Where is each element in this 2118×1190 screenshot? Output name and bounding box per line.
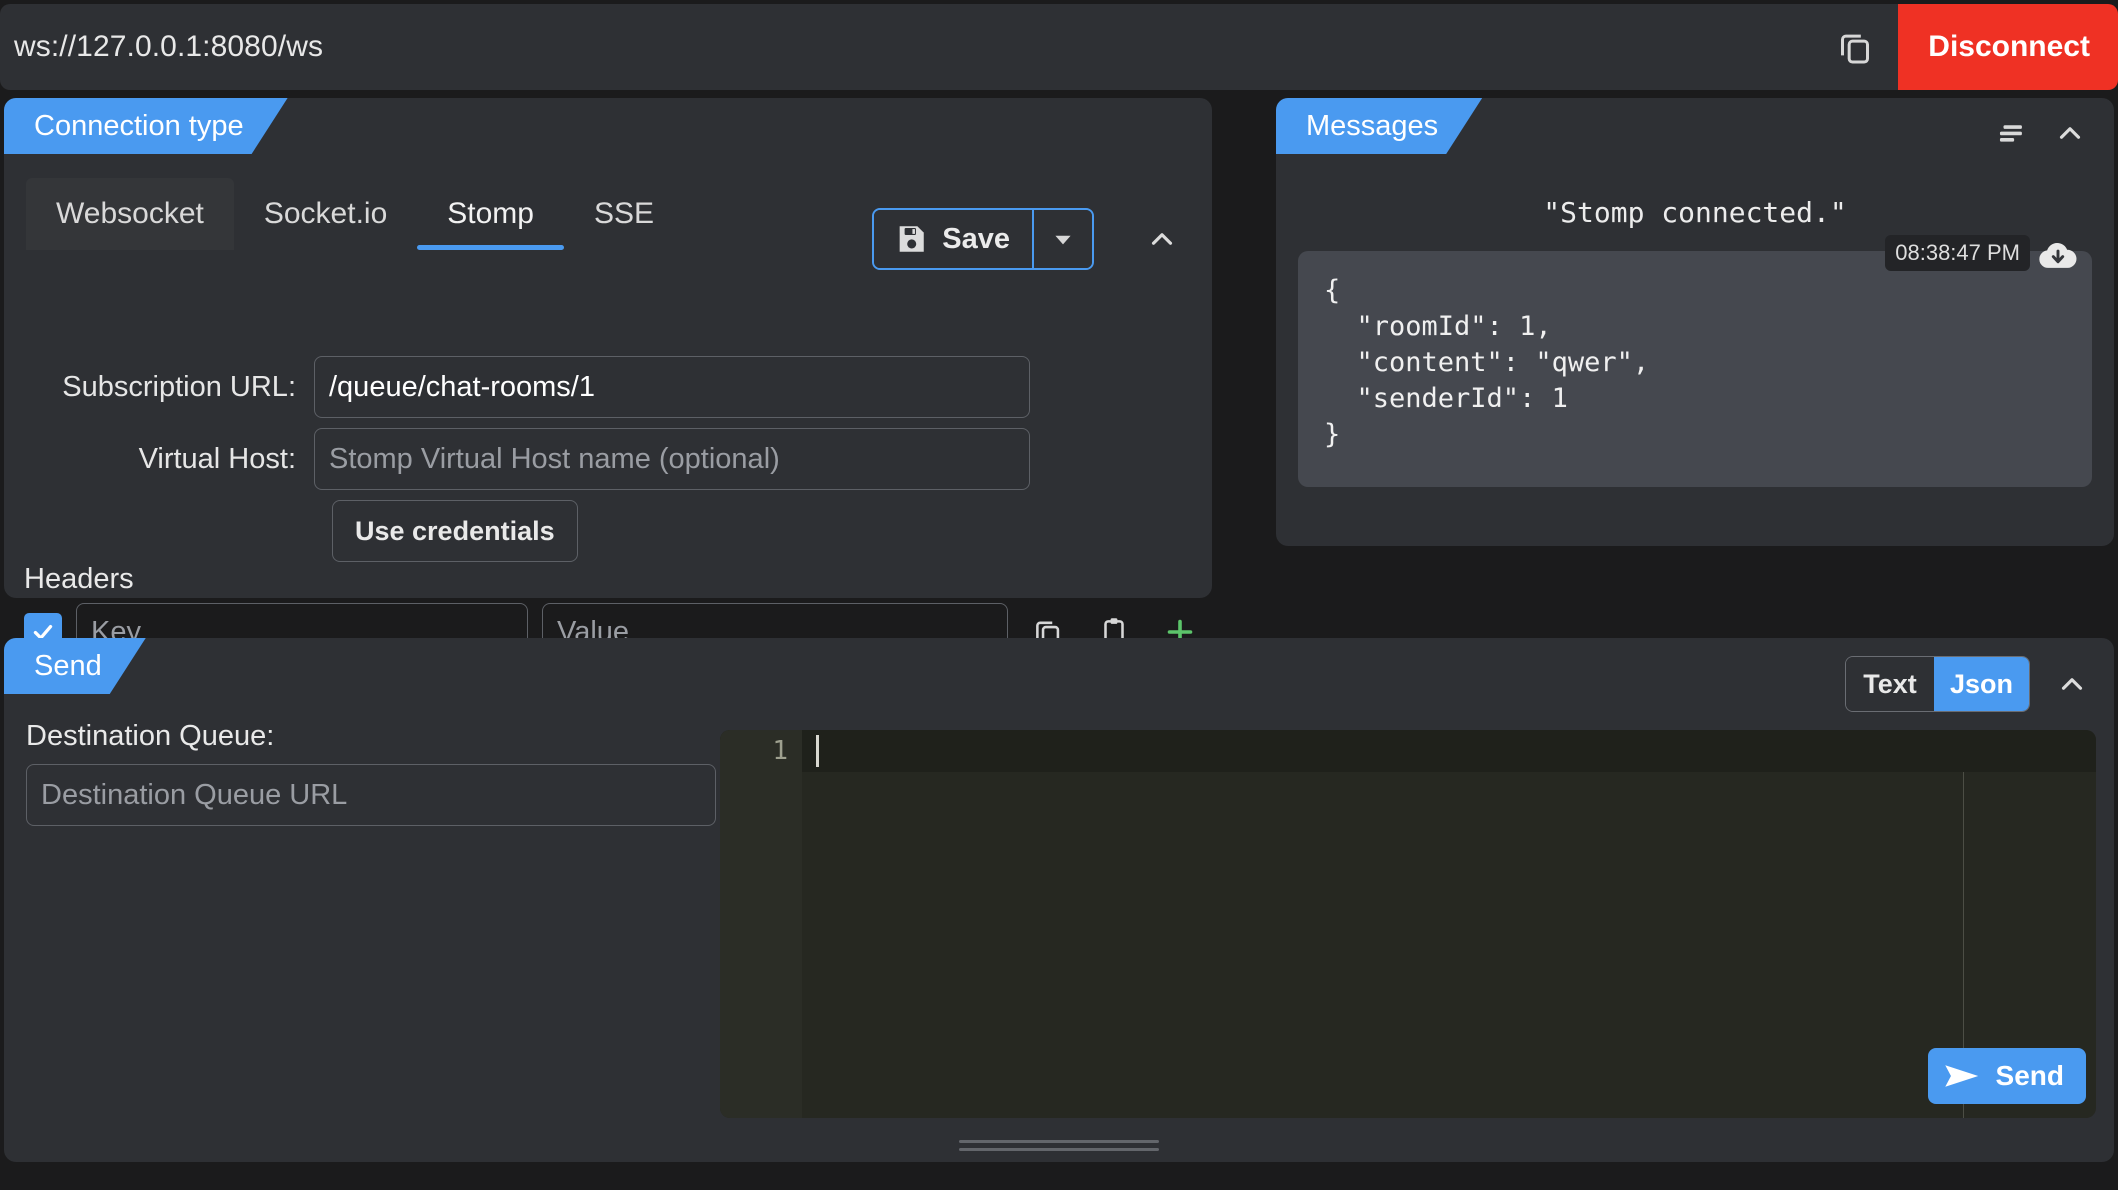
connection-type-tabs: Websocket Socket.io Stomp SSE [26, 178, 684, 250]
use-credentials-row: Use credentials [332, 500, 578, 562]
send-button[interactable]: Send [1927, 1048, 2086, 1104]
connection-type-panel: Connection type Save Websocket Socket.io… [4, 98, 1212, 661]
chevron-down-icon [1050, 226, 1076, 252]
connection-url-text[interactable]: ws://127.0.0.1:8080/ws [0, 30, 323, 64]
disconnect-button[interactable]: Disconnect [1898, 4, 2118, 90]
send-panel-collapse-button[interactable] [2046, 658, 2098, 710]
subscription-url-row: Subscription URL: [4, 356, 1030, 418]
paper-plane-icon [1944, 1063, 1982, 1089]
align-lines-icon [1995, 116, 2029, 150]
tab-stomp-label: Stomp [447, 197, 534, 230]
message-timestamp: 08:38:47 PM [1885, 235, 2030, 271]
messages-panel: Messages "Stomp connected." 08:38:47 PM … [1276, 98, 2114, 546]
tab-websocket-label: Websocket [56, 197, 204, 230]
connection-panel-title: Connection type [4, 98, 288, 154]
messages-filter-button[interactable] [1986, 107, 2038, 159]
message-download-button[interactable] [2036, 237, 2080, 271]
copy-icon [1835, 27, 1875, 67]
resize-line [959, 1139, 1159, 1143]
message-item: 08:38:47 PM { "roomId": 1, "content": "q… [1298, 235, 2092, 487]
websocket-client-app: ws://127.0.0.1:8080/ws Disconnect Connec… [0, 0, 2118, 1190]
tab-stomp[interactable]: Stomp [417, 178, 564, 250]
payload-editor[interactable]: 1 Send [720, 730, 2096, 1118]
payload-format-toggle: Text Json [1844, 656, 2030, 712]
chevron-up-icon [2055, 667, 2089, 701]
cloud-download-icon [2036, 237, 2080, 271]
subscription-url-input[interactable] [314, 356, 1030, 418]
connection-panel-collapse-button[interactable] [1136, 213, 1188, 265]
tab-sse[interactable]: SSE [564, 178, 684, 250]
tab-websocket[interactable]: Websocket [26, 178, 234, 250]
copy-url-button[interactable] [1812, 4, 1898, 90]
editor-line-number: 1 [772, 736, 788, 766]
format-option-json[interactable]: Json [1933, 657, 2029, 711]
tab-socketio[interactable]: Socket.io [234, 178, 417, 250]
destination-queue-input[interactable] [26, 764, 716, 826]
chevron-up-icon [1145, 222, 1179, 256]
resize-line [959, 1147, 1159, 1151]
virtual-host-row: Virtual Host: [4, 428, 1030, 490]
messages-panel-collapse-button[interactable] [2044, 107, 2096, 159]
messages-panel-tools [1986, 98, 2114, 168]
send-panel-resize-handle[interactable] [959, 1138, 1159, 1152]
tab-sse-label: SSE [593, 197, 655, 230]
subscription-url-label: Subscription URL: [62, 370, 296, 403]
virtual-host-input[interactable] [314, 428, 1030, 490]
connection-url-bar: ws://127.0.0.1:8080/ws Disconnect [0, 4, 2118, 90]
use-credentials-button[interactable]: Use credentials [332, 500, 578, 562]
tab-socketio-label: Socket.io [263, 197, 388, 230]
messages-status-text: "Stomp connected." [1543, 196, 1847, 229]
save-button[interactable]: Save [874, 210, 1032, 268]
message-body: { "roomId": 1, "content": "qwer", "sende… [1298, 251, 2092, 487]
destination-queue-label: Destination Queue: [26, 720, 275, 752]
send-panel-title: Send [4, 638, 146, 694]
editor-caret [816, 735, 819, 767]
send-panel-tools: Text Json [1844, 638, 2114, 730]
send-panel: Send Text Json Destination Queue: 1 [4, 638, 2114, 1162]
floppy-disk-icon [894, 222, 928, 256]
messages-list[interactable]: "Stomp connected." 08:38:47 PM { "roomId… [1276, 170, 2114, 536]
save-label: Save [942, 222, 1010, 255]
chevron-up-icon [2053, 116, 2087, 150]
format-option-text[interactable]: Text [1845, 657, 1934, 711]
headers-title: Headers [24, 563, 134, 595]
save-dropdown-button[interactable] [1032, 210, 1092, 268]
editor-active-line [720, 730, 2096, 772]
send-button-label: Send [1995, 1060, 2064, 1091]
topbar-actions: Disconnect [1812, 4, 2118, 90]
editor-line-numbers: 1 [720, 730, 802, 1118]
save-button-group[interactable]: Save [872, 208, 1094, 270]
virtual-host-label: Virtual Host: [138, 442, 296, 475]
messages-panel-title: Messages [1276, 98, 1482, 154]
